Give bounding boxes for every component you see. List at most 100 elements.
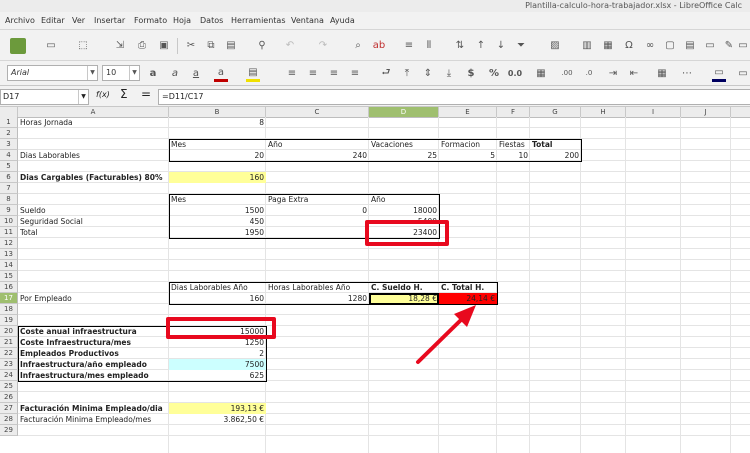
align-bottom-icon[interactable]: ⤓: [442, 66, 456, 80]
cell-f3[interactable]: Fiestas: [497, 139, 527, 150]
align-center-icon[interactable]: ≡: [306, 66, 320, 80]
row-header[interactable]: 10: [0, 216, 18, 227]
menu-ayuda[interactable]: Ayuda: [330, 16, 355, 25]
row-header[interactable]: 5: [0, 161, 18, 172]
row-header[interactable]: 3: [0, 139, 18, 150]
row-header[interactable]: 16: [0, 282, 18, 293]
autofilter-icon[interactable]: ⏷: [514, 38, 528, 52]
row-header[interactable]: 25: [0, 381, 18, 392]
wrap-text-icon[interactable]: ⮐: [379, 66, 393, 80]
cell-d3[interactable]: Vacaciones: [369, 139, 415, 150]
headers-footers-icon[interactable]: ▤: [683, 38, 697, 52]
menu-datos[interactable]: Datos: [200, 16, 223, 25]
define-print-area-icon[interactable]: ▭: [703, 38, 717, 52]
highlight-icon[interactable]: ▤: [246, 65, 260, 82]
font-size-box[interactable]: 10 ▼: [102, 65, 140, 81]
cell-b23[interactable]: 7500: [169, 359, 266, 370]
cell-c8[interactable]: Paga Extra: [266, 194, 310, 205]
row-header[interactable]: 6: [0, 172, 18, 183]
export-pdf-icon[interactable]: ⇲: [113, 38, 127, 52]
paste-icon[interactable]: ▤: [224, 38, 238, 52]
pivot-table-icon[interactable]: ▦: [601, 38, 615, 52]
column-header-e[interactable]: E: [439, 107, 497, 117]
cell-d16[interactable]: C. Sueldo H.: [369, 282, 425, 293]
row-header[interactable]: 15: [0, 271, 18, 282]
row-header[interactable]: 24: [0, 370, 18, 381]
border-color-icon[interactable]: ▭: [712, 65, 726, 82]
increase-indent-icon[interactable]: ⇥: [606, 66, 620, 80]
cell-b11[interactable]: 1950: [169, 227, 266, 238]
cell-e16[interactable]: C. Total H.: [439, 282, 486, 293]
column-header-h[interactable]: H: [581, 107, 626, 117]
row-header[interactable]: 17: [0, 293, 18, 304]
row-header[interactable]: 20: [0, 326, 18, 337]
spreadsheet-grid[interactable]: A B C D E F G H I J 1 2 3 4 5 6 7 8 9 10 11 12 13 14 1…: [0, 107, 750, 453]
cell-c17[interactable]: 1280: [266, 293, 369, 304]
column-header-i[interactable]: I: [626, 107, 681, 117]
number-format-icon[interactable]: 0.0: [508, 66, 522, 80]
cell-b22[interactable]: 2: [169, 348, 266, 359]
chevron-down-icon[interactable]: ▼: [78, 90, 88, 104]
cell-a24[interactable]: Infraestructura/mes empleado: [18, 370, 151, 381]
cell-a22[interactable]: Empleados Productivos: [18, 348, 121, 359]
menu-hoja[interactable]: Hoja: [173, 16, 191, 25]
function-wizard-icon[interactable]: f(x): [96, 90, 110, 99]
justify-icon[interactable]: ≡: [348, 66, 362, 80]
sort-descending-icon[interactable]: ↓: [494, 38, 508, 52]
open-icon[interactable]: ▭: [44, 38, 58, 52]
print-preview-icon[interactable]: ▣: [157, 38, 171, 52]
cell-b27[interactable]: 193,13 €: [169, 403, 266, 414]
column-header-c[interactable]: C: [266, 107, 369, 117]
find-replace-icon[interactable]: ⌕: [351, 38, 365, 52]
cell-b6[interactable]: 160: [169, 172, 266, 183]
cell-a23[interactable]: Infraestructura/año empleado: [18, 359, 149, 370]
sum-icon[interactable]: Σ: [120, 87, 128, 101]
cell-c16[interactable]: Horas Laborables Año: [266, 282, 352, 293]
row-header[interactable]: 2: [0, 128, 18, 139]
select-all-corner[interactable]: [0, 107, 18, 117]
cut-icon[interactable]: ✂: [184, 38, 198, 52]
align-right-icon[interactable]: ≡: [327, 66, 341, 80]
delete-decimal-icon[interactable]: .0: [582, 66, 596, 80]
cell-c9[interactable]: 0: [266, 205, 369, 216]
menu-archivo[interactable]: Archivo: [5, 16, 35, 25]
cell-b4[interactable]: 20: [169, 150, 266, 161]
border-style-icon[interactable]: ⋯: [680, 66, 694, 80]
underline-icon[interactable]: a: [189, 66, 203, 80]
column-header-a[interactable]: A: [18, 107, 169, 117]
center-vertically-icon[interactable]: ⇕: [421, 66, 435, 80]
cell-c4[interactable]: 240: [266, 150, 369, 161]
cell-b3[interactable]: Mes: [169, 139, 188, 150]
cell-a27[interactable]: Facturación Minima Empleado/dia: [18, 403, 165, 414]
cell-a17[interactable]: Por Empleado: [18, 293, 74, 304]
cell-b17[interactable]: 160: [169, 293, 266, 304]
formula-icon[interactable]: =: [141, 87, 151, 101]
cell-b24[interactable]: 625: [169, 370, 266, 381]
cell-b1[interactable]: 8: [169, 117, 266, 128]
chevron-down-icon[interactable]: ▼: [87, 66, 97, 80]
menu-ventana[interactable]: Ventana: [291, 16, 324, 25]
date-format-icon[interactable]: ▦: [534, 66, 548, 80]
cell-a28[interactable]: Facturación Minima Empleado/mes: [18, 414, 153, 425]
column-header-j[interactable]: J: [681, 107, 731, 117]
row-header[interactable]: 13: [0, 249, 18, 260]
cell-e3[interactable]: Formacion: [439, 139, 482, 150]
row-header[interactable]: 7: [0, 183, 18, 194]
cell-e4[interactable]: 5: [439, 150, 497, 161]
cell-b9[interactable]: 1500: [169, 205, 266, 216]
row-header[interactable]: 14: [0, 260, 18, 271]
cell-g3[interactable]: Total: [530, 139, 555, 150]
decrease-indent-icon[interactable]: ⇤: [627, 66, 641, 80]
cell-a11[interactable]: Total: [18, 227, 40, 238]
row-header[interactable]: 29: [0, 425, 18, 436]
add-decimal-icon[interactable]: .00: [560, 66, 574, 80]
font-name-box[interactable]: Arial ▼: [7, 65, 98, 81]
cell-a6[interactable]: Dias Cargables (Facturables) 80%: [18, 172, 165, 183]
row-header[interactable]: 9: [0, 205, 18, 216]
comment-icon[interactable]: ▢: [663, 38, 677, 52]
cell-a1[interactable]: Horas Jornada: [18, 117, 75, 128]
italic-icon[interactable]: a: [168, 66, 182, 80]
row-header[interactable]: 28: [0, 414, 18, 425]
copy-icon[interactable]: ⧉: [204, 38, 218, 52]
menu-editar[interactable]: Editar: [41, 16, 65, 25]
